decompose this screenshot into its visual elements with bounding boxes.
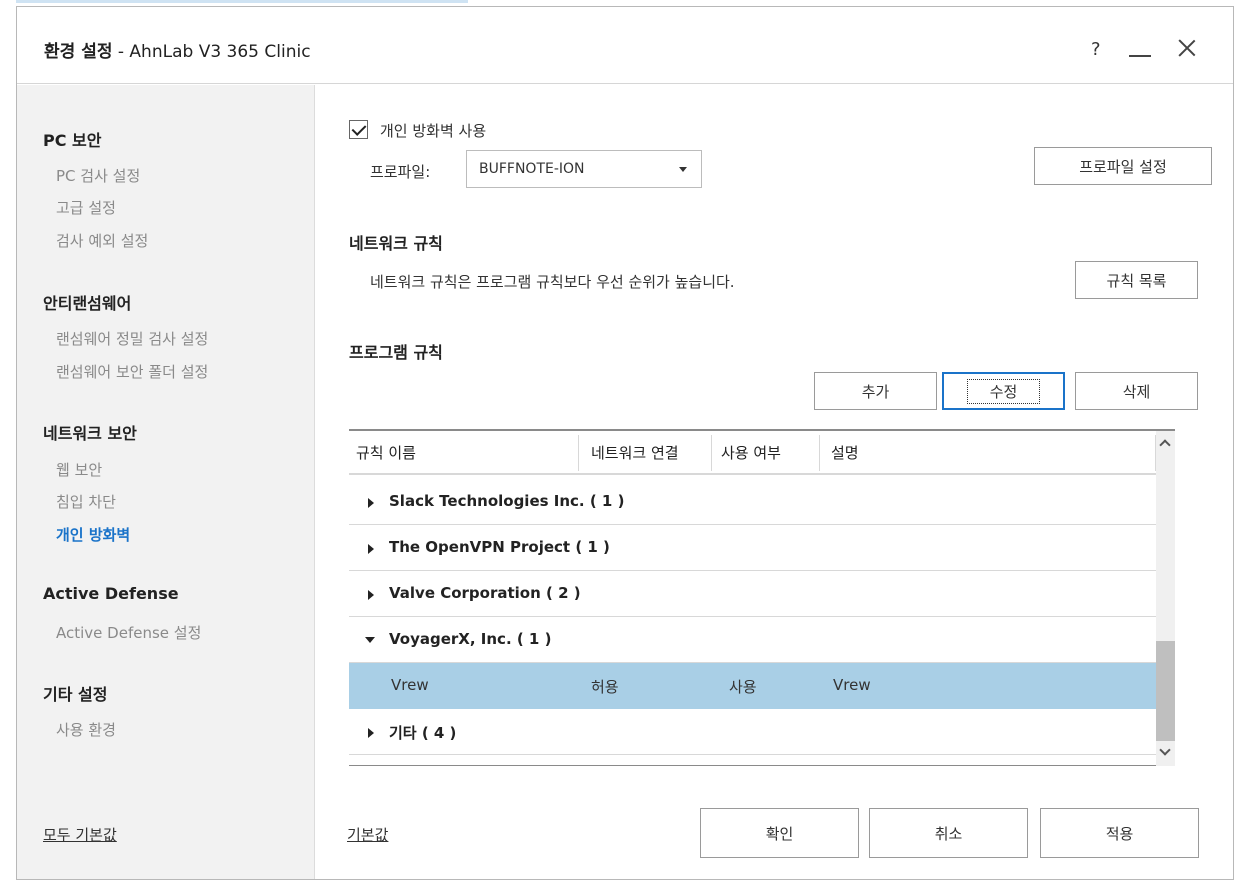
- column-header-rule-name[interactable]: 규칙 이름: [356, 442, 416, 463]
- sidebar-item-scan-exclusions[interactable]: 검사 예외 설정: [56, 230, 148, 251]
- scrollbar-thumb[interactable]: [1156, 641, 1175, 741]
- sidebar-item-personal-firewall[interactable]: 개인 방화벽: [56, 524, 130, 545]
- sidebar-item-advanced-settings[interactable]: 고급 설정: [56, 197, 116, 218]
- window-title-app: - AhnLab V3 365 Clinic: [112, 42, 311, 62]
- sidebar: PC 보안 PC 검사 설정 고급 설정 검사 예외 설정 안티랜섬웨어 랜섬웨…: [17, 85, 315, 879]
- profile-label: 프로파일:: [370, 163, 431, 181]
- help-button[interactable]: ?: [1091, 41, 1101, 59]
- sidebar-item-ransomware-secure-folder[interactable]: 랜섬웨어 보안 폴더 설정: [56, 361, 208, 382]
- table-row-group[interactable]: VoyagerX, Inc. ( 1 ): [349, 617, 1174, 663]
- default-link[interactable]: 기본값: [347, 824, 388, 845]
- group-label: 기타 ( 4 ): [389, 724, 457, 742]
- column-header-network[interactable]: 네트워크 연결: [591, 442, 679, 463]
- group-label: VoyagerX, Inc. ( 1 ): [389, 630, 552, 648]
- edit-rule-button[interactable]: 수정: [942, 372, 1065, 410]
- profile-select[interactable]: BUFFNOTE-ION: [466, 150, 702, 188]
- apply-button[interactable]: 적용: [1040, 808, 1199, 858]
- sidebar-section-active-defense[interactable]: Active Defense: [43, 584, 179, 603]
- close-icon[interactable]: [1177, 38, 1197, 58]
- group-label: Valve Corporation ( 2 ): [389, 584, 581, 602]
- settings-window: 환경 설정 - AhnLab V3 365 Clinic ? PC 보안 PC …: [16, 6, 1234, 880]
- firewall-enable-label: 개인 방화벽 사용: [380, 122, 487, 140]
- window-title-bold: 환경 설정: [44, 42, 113, 62]
- minimize-icon[interactable]: [1127, 37, 1153, 57]
- profile-select-value: BUFFNOTE-ION: [479, 161, 585, 177]
- table-row-group[interactable]: 기타 ( 4 ): [349, 709, 1174, 755]
- sidebar-item-ransomware-deep-scan[interactable]: 랜섬웨어 정밀 검사 설정: [56, 328, 208, 349]
- sidebar-item-pc-scan-settings[interactable]: PC 검사 설정: [56, 165, 140, 186]
- column-divider[interactable]: [578, 435, 579, 471]
- table-row-group[interactable]: Slack Technologies Inc. ( 1 ): [349, 479, 1174, 525]
- rule-list-button[interactable]: 규칙 목록: [1075, 261, 1198, 299]
- network-rules-title: 네트워크 규칙: [349, 234, 443, 253]
- column-header-description[interactable]: 설명: [831, 442, 859, 463]
- cell-network: 허용: [591, 678, 619, 696]
- window-title: 환경 설정 - AhnLab V3 365 Clinic: [44, 37, 311, 62]
- top-accent-line: [16, 0, 468, 3]
- column-divider[interactable]: [711, 435, 712, 471]
- sidebar-section-anti-ransomware[interactable]: 안티랜섬웨어: [43, 290, 131, 314]
- expand-arrow-icon[interactable]: [368, 590, 374, 600]
- table-scrollbar[interactable]: [1156, 431, 1175, 766]
- sidebar-item-web-security[interactable]: 웹 보안: [56, 459, 102, 480]
- collapse-arrow-icon[interactable]: [365, 637, 375, 643]
- sidebar-item-intrusion-blocking[interactable]: 침입 차단: [56, 491, 116, 512]
- delete-rule-button[interactable]: 삭제: [1075, 372, 1198, 410]
- group-label: The OpenVPN Project ( 1 ): [389, 538, 610, 556]
- group-label: Slack Technologies Inc. ( 1 ): [389, 492, 625, 510]
- table-row-selected[interactable]: Vrew 허용 사용 Vrew: [349, 663, 1174, 709]
- cell-usage: 사용: [729, 678, 757, 696]
- cancel-button[interactable]: 취소: [869, 808, 1028, 858]
- ok-button[interactable]: 확인: [700, 808, 859, 858]
- chevron-up-icon[interactable]: [1159, 439, 1171, 451]
- cell-description: Vrew: [833, 676, 871, 694]
- firewall-enable-checkbox[interactable]: [349, 120, 368, 139]
- column-divider[interactable]: [819, 435, 820, 471]
- program-rules-title: 프로그램 규칙: [349, 343, 443, 362]
- program-rules-table: 규칙 이름 네트워크 연결 사용 여부 설명 Slack Technologie…: [349, 429, 1175, 766]
- cell-rule-name: Vrew: [391, 676, 429, 694]
- add-rule-button[interactable]: 추가: [814, 372, 937, 410]
- expand-arrow-icon[interactable]: [368, 728, 374, 738]
- main-content: 개인 방화벽 사용 프로파일: BUFFNOTE-ION 프로파일 설정 네트워…: [316, 85, 1233, 879]
- sidebar-item-usage-environment[interactable]: 사용 환경: [56, 719, 116, 740]
- network-rules-description: 네트워크 규칙은 프로그램 규칙보다 우선 순위가 높습니다.: [370, 273, 735, 291]
- expand-arrow-icon[interactable]: [368, 498, 374, 508]
- table-header: 규칙 이름 네트워크 연결 사용 여부 설명: [349, 431, 1156, 475]
- sidebar-section-network-security[interactable]: 네트워크 보안: [43, 420, 137, 444]
- expand-arrow-icon[interactable]: [368, 544, 374, 554]
- sidebar-section-pc-security[interactable]: PC 보안: [43, 127, 101, 151]
- chevron-down-icon[interactable]: [1159, 744, 1171, 756]
- reset-all-defaults-link[interactable]: 모두 기본값: [43, 824, 117, 845]
- sidebar-item-active-defense-settings[interactable]: Active Defense 설정: [56, 622, 201, 643]
- sidebar-section-other-settings[interactable]: 기타 설정: [43, 681, 107, 705]
- chevron-down-icon: [679, 167, 687, 172]
- column-header-usage[interactable]: 사용 여부: [721, 442, 781, 463]
- title-bar: 환경 설정 - AhnLab V3 365 Clinic ?: [17, 7, 1233, 84]
- profile-settings-button[interactable]: 프로파일 설정: [1034, 147, 1212, 185]
- edit-rule-button-label: 수정: [966, 378, 1041, 404]
- table-row-group[interactable]: Valve Corporation ( 2 ): [349, 571, 1174, 617]
- table-row-group[interactable]: The OpenVPN Project ( 1 ): [349, 525, 1174, 571]
